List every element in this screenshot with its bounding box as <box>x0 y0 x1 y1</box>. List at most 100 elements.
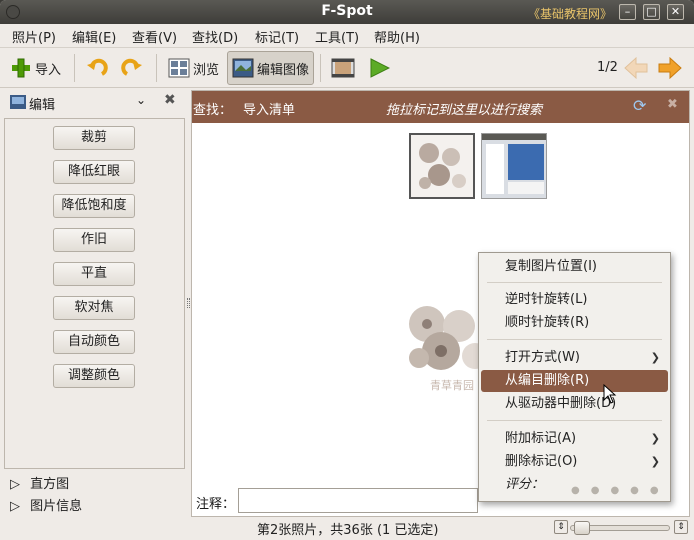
rotate-right-item[interactable]: 顺时针旋转(R) <box>481 312 668 334</box>
rotate-left-button[interactable] <box>86 51 108 85</box>
copy-photo-location-item[interactable]: 复制图片位置(I) <box>481 256 668 278</box>
rotate-left-icon <box>87 58 108 76</box>
image-info-label: 图片信息 <box>30 499 83 514</box>
menu-item-label: 从编目删除(R) <box>505 373 590 388</box>
menu-separator <box>487 420 662 421</box>
desaturate-button[interactable]: 降低饱和度 <box>53 194 135 218</box>
attach-tag-item[interactable]: 附加标记(A) ❯ <box>481 428 668 450</box>
fullscreen-icon <box>331 58 355 78</box>
browse-label: 浏览 <box>193 62 220 78</box>
sidebar: 编辑 ⌄ ✖ 裁剪 降低红眼 降低饱和度 作旧 平直 软对焦 自动颜色 调整颜色… <box>4 90 185 517</box>
status-text: 第2张照片，共36张 (1 已选定) <box>257 523 439 538</box>
menu-edit[interactable]: 编辑(E) <box>72 27 116 46</box>
play-icon <box>370 58 390 78</box>
rotate-left-item[interactable]: 逆时针旋转(L) <box>481 289 668 311</box>
browse-button[interactable]: 浏览 <box>168 51 219 85</box>
chevron-right-icon: ❯ <box>650 432 660 445</box>
open-with-item[interactable]: 打开方式(W) ❯ <box>481 347 668 369</box>
f-spot-window: F-Spot 《基础教程网》 – □ ✕ 照片(P) 编辑(E) 查看(V) 查… <box>0 0 694 540</box>
sidebar-header: 编辑 ⌄ ✖ <box>4 90 185 116</box>
pane-resize-handle[interactable] <box>187 298 190 308</box>
zoom-slider-handle[interactable] <box>574 521 590 535</box>
straighten-button[interactable]: 平直 <box>53 262 135 286</box>
close-button[interactable]: ✕ <box>667 4 684 20</box>
zoom-in-icon[interactable]: ⇕ <box>674 520 688 534</box>
title-bar[interactable]: F-Spot 《基础教程网》 – □ ✕ <box>0 0 694 24</box>
find-bar: 查找： 导入清单 拖拉标记到这里以进行搜索 ⟳ ✖ <box>192 91 689 123</box>
rating-stars[interactable]: ●●●●● <box>571 485 670 496</box>
menu-item-label: 打开方式(W) <box>505 350 580 365</box>
red-eye-button[interactable]: 降低红眼 <box>53 160 135 184</box>
sidebar-panel-title[interactable]: 编辑 <box>29 94 55 113</box>
page-indicator: 1/2 <box>597 60 618 75</box>
adjust-color-button[interactable]: 调整颜色 <box>53 364 135 388</box>
menu-item-label: 从驱动器中删除(D) <box>505 396 617 411</box>
zoom-fit-icon[interactable]: ⇕ <box>554 520 568 534</box>
maximize-button[interactable]: □ <box>643 4 660 20</box>
soft-focus-button[interactable]: 软对焦 <box>53 296 135 320</box>
edit-panel-icon <box>10 95 26 109</box>
chevron-right-icon: ❯ <box>650 455 660 468</box>
edit-image-label: 编辑图像 <box>257 62 310 78</box>
plus-icon <box>12 58 30 78</box>
histogram-label: 直方图 <box>30 477 70 492</box>
find-hint: 拖拉标记到这里以进行搜索 <box>386 103 543 118</box>
edit-tools-panel: 裁剪 降低红眼 降低饱和度 作旧 平直 软对焦 自动颜色 调整颜色 <box>4 118 185 469</box>
previous-photo-button[interactable] <box>624 51 648 85</box>
rating-label: 评分： <box>505 477 545 492</box>
import-label: 导入 <box>35 62 62 78</box>
chevron-down-icon[interactable]: ⌄ <box>136 93 146 107</box>
preview-caption: 青草青园 <box>430 379 474 392</box>
screenshot-thumbnail-image <box>482 134 546 194</box>
refresh-icon[interactable]: ⟳ <box>633 96 646 115</box>
menu-tags[interactable]: 标记(T) <box>255 27 299 46</box>
rotate-right-icon <box>121 58 142 76</box>
close-findbar-icon[interactable]: ✖ <box>667 97 678 112</box>
menu-tools[interactable]: 工具(T) <box>315 27 359 46</box>
toolbar-separator <box>320 54 321 82</box>
toolbar: 导入 浏览 编辑图像 1/2 <box>0 48 694 88</box>
menu-item-label: 删除标记(O) <box>505 454 578 469</box>
flower-thumbnail-image <box>419 143 466 189</box>
delete-from-drive-item[interactable]: 从驱动器中删除(D) <box>481 393 668 415</box>
expander-arrow-icon: ▷ <box>10 499 20 514</box>
menu-item-label: 附加标记(A) <box>505 431 577 446</box>
crop-button[interactable]: 裁剪 <box>53 126 135 150</box>
rotate-right-button[interactable] <box>121 51 143 85</box>
menu-view[interactable]: 查看(V) <box>132 27 177 46</box>
menu-item-label: 顺时针旋转(R) <box>505 315 590 330</box>
sepia-button[interactable]: 作旧 <box>53 228 135 252</box>
toolbar-separator <box>156 54 157 82</box>
import-button[interactable]: 导入 <box>10 51 61 85</box>
fullscreen-button[interactable] <box>331 51 355 85</box>
next-photo-button[interactable] <box>658 51 682 85</box>
menu-item-label: 复制图片位置(I) <box>505 259 597 274</box>
browse-icon <box>168 58 190 78</box>
menu-find[interactable]: 查找(D) <box>192 27 238 46</box>
thumbnail[interactable] <box>481 133 547 199</box>
close-panel-icon[interactable]: ✖ <box>164 92 176 108</box>
image-info-expander[interactable]: ▷ 图片信息 <box>10 495 82 514</box>
expander-arrow-icon: ▷ <box>10 477 20 492</box>
edit-image-button[interactable]: 编辑图像 <box>227 51 315 85</box>
menu-photo[interactable]: 照片(P) <box>12 27 56 46</box>
import-list-tag[interactable]: 导入清单 <box>243 99 295 118</box>
thumbnail-selected[interactable] <box>409 133 475 199</box>
menu-bar: 照片(P) 编辑(E) 查看(V) 查找(D) 标记(T) 工具(T) 帮助(H… <box>0 24 694 48</box>
remove-from-catalog-item[interactable]: 从编目删除(R) <box>481 370 668 392</box>
menu-separator <box>487 282 662 283</box>
auto-color-button[interactable]: 自动颜色 <box>53 330 135 354</box>
remove-tag-item[interactable]: 删除标记(O) ❯ <box>481 451 668 473</box>
arrow-left-icon <box>624 57 648 79</box>
comment-label: 注释： <box>196 497 236 512</box>
menu-help[interactable]: 帮助(H) <box>374 27 420 46</box>
mouse-cursor-icon <box>603 384 617 404</box>
histogram-expander[interactable]: ▷ 直方图 <box>10 473 69 492</box>
edit-image-icon <box>232 58 254 78</box>
menu-separator <box>487 339 662 340</box>
slideshow-button[interactable] <box>368 51 390 85</box>
status-bar: 第2张照片，共36张 (1 已选定) ⇕ ⇕ <box>0 517 694 540</box>
minimize-button[interactable]: – <box>619 4 636 20</box>
comment-input[interactable] <box>238 488 478 513</box>
find-label: 查找： <box>193 103 233 118</box>
